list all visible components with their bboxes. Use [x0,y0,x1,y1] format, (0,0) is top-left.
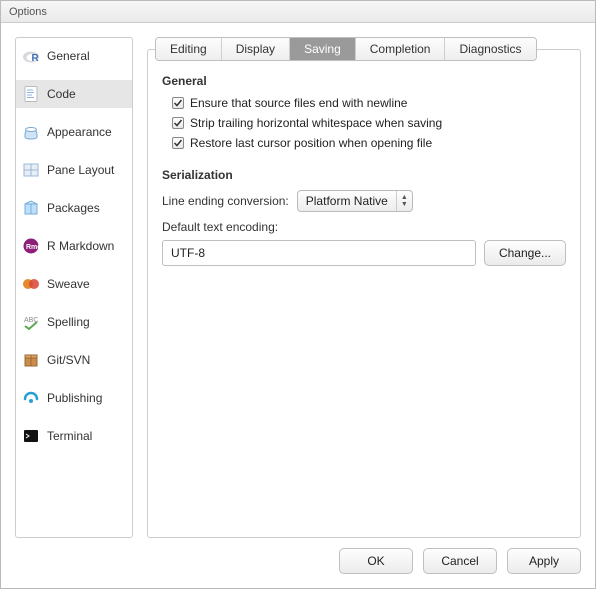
sidebar-item-packages[interactable]: Packages [16,194,132,222]
footer-buttons: OK Cancel Apply [15,548,581,574]
sidebar-item-label: Code [47,87,76,101]
checkbox-row-restore-cursor[interactable]: Restore last cursor position when openin… [162,136,566,150]
section-title-general: General [162,74,566,88]
tab-content: General Ensure that source files end wit… [147,49,581,538]
window-body: R General Code Appearance [1,23,595,588]
tab-diagnostics[interactable]: Diagnostics [445,38,535,60]
checkbox-label: Strip trailing horizontal whitespace whe… [190,116,442,130]
options-window: Options R General Code [0,0,596,589]
checkbox-checked-icon [172,117,184,129]
section-general: General Ensure that source files end wit… [162,74,566,150]
sidebar-item-label: Spelling [47,315,90,329]
sidebar-item-appearance[interactable]: Appearance [16,118,132,146]
apply-button[interactable]: Apply [507,548,581,574]
change-encoding-button[interactable]: Change... [484,240,566,266]
sidebar-item-sweave[interactable]: Sweave [16,270,132,298]
svg-text:R: R [32,53,40,64]
tab-label: Diagnostics [459,42,521,56]
checkbox-checked-icon [172,97,184,109]
tab-label: Completion [370,42,431,56]
spelling-abc-icon: ABC [22,313,40,331]
ok-button[interactable]: OK [339,548,413,574]
sidebar-item-rmarkdown[interactable]: Rmd R Markdown [16,232,132,260]
button-label: Apply [529,554,559,568]
tab-display[interactable]: Display [222,38,290,60]
r-logo-icon: R [22,47,40,65]
sidebar-item-terminal[interactable]: Terminal [16,422,132,450]
tab-label: Saving [304,42,341,56]
sidebar-item-label: Sweave [47,277,90,291]
checkbox-row-newline[interactable]: Ensure that source files end with newlin… [162,96,566,110]
titlebar: Options [1,1,595,23]
tab-label: Editing [170,42,207,56]
package-box-icon [22,199,40,217]
select-value: Platform Native [306,194,388,208]
sidebar-item-code[interactable]: Code [16,80,132,108]
sidebar-item-label: Packages [47,201,100,215]
line-ending-row: Line ending conversion: Platform Native … [162,190,566,212]
encoding-value: UTF-8 [171,246,205,260]
tab-saving[interactable]: Saving [290,38,356,60]
sidebar-item-spelling[interactable]: ABC Spelling [16,308,132,336]
sidebar-item-label: Publishing [47,391,102,405]
encoding-label: Default text encoding: [162,220,566,234]
sidebar-item-label: Terminal [47,429,92,443]
button-label: Change... [499,246,551,260]
sidebar-item-label: R Markdown [47,239,114,253]
sidebar-item-git-svn[interactable]: Git/SVN [16,346,132,374]
button-label: Cancel [441,554,478,568]
sidebar-item-label: Appearance [47,125,112,139]
tab-editing[interactable]: Editing [156,38,222,60]
section-serialization: Serialization Line ending conversion: Pl… [162,168,566,266]
checkbox-checked-icon [172,137,184,149]
sidebar-item-label: General [47,49,90,63]
encoding-input[interactable]: UTF-8 [162,240,476,266]
main-panel: Editing Display Saving Completion Diagno… [147,37,581,538]
tab-label: Display [236,42,275,56]
tab-bar: Editing Display Saving Completion Diagno… [155,37,537,61]
sweave-icon [22,275,40,293]
category-sidebar: R General Code Appearance [15,37,133,538]
checkbox-label: Restore last cursor position when openin… [190,136,432,150]
cardboard-box-icon [22,351,40,369]
sidebar-item-label: Git/SVN [47,353,90,367]
paint-bucket-icon [22,123,40,141]
select-updown-icon: ▲▼ [396,191,412,211]
split-pane: R General Code Appearance [15,37,581,538]
panes-icon [22,161,40,179]
line-ending-select[interactable]: Platform Native ▲▼ [297,190,413,212]
line-ending-label: Line ending conversion: [162,194,289,208]
section-title-serialization: Serialization [162,168,566,182]
code-file-icon [22,85,40,103]
terminal-icon [22,427,40,445]
sidebar-item-label: Pane Layout [47,163,114,177]
checkbox-row-strip-whitespace[interactable]: Strip trailing horizontal whitespace whe… [162,116,566,130]
svg-text:Rmd: Rmd [26,244,40,251]
encoding-row: UTF-8 Change... [162,240,566,266]
sidebar-item-general[interactable]: R General [16,42,132,70]
button-label: OK [367,554,384,568]
sidebar-item-publishing[interactable]: Publishing [16,384,132,412]
sidebar-item-pane-layout[interactable]: Pane Layout [16,156,132,184]
publishing-icon [22,389,40,407]
tab-completion[interactable]: Completion [356,38,446,60]
rmarkdown-icon: Rmd [22,237,40,255]
cancel-button[interactable]: Cancel [423,548,497,574]
checkbox-label: Ensure that source files end with newlin… [190,96,407,110]
window-title: Options [9,6,47,18]
